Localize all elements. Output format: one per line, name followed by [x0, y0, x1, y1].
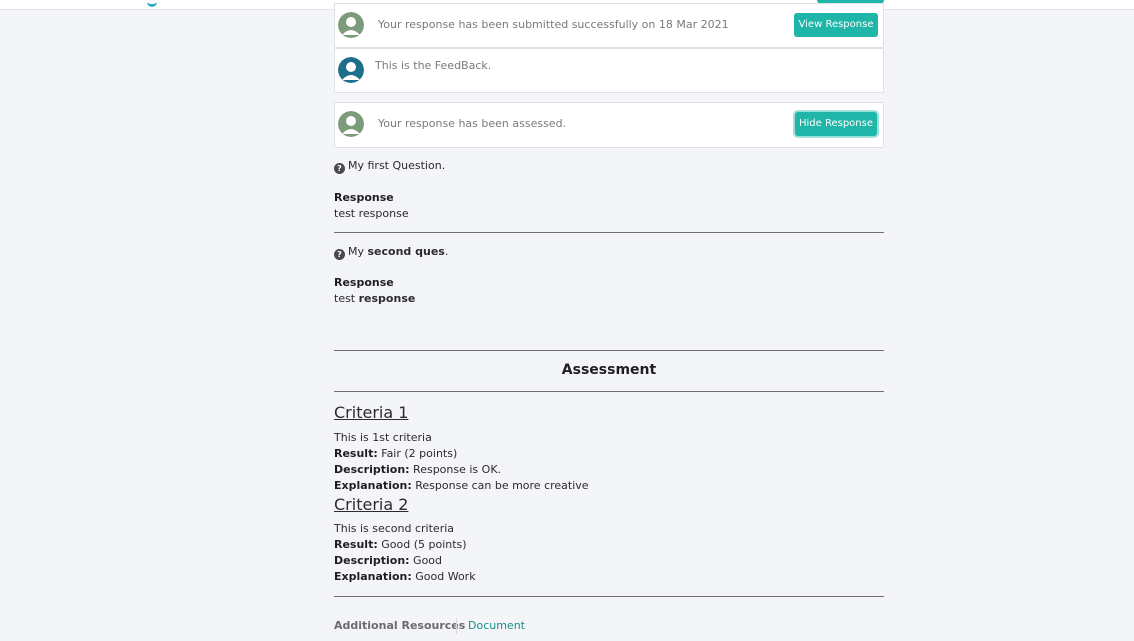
- response-2-prefix: test: [334, 292, 359, 305]
- question-2-suffix: .: [444, 245, 449, 258]
- response-2-text: test response: [334, 292, 415, 305]
- divider: [334, 350, 884, 351]
- question-1: ? My first Question.: [334, 159, 445, 174]
- question-2: ? My second ques.: [334, 245, 448, 260]
- submission-message: Your response has been submitted success…: [378, 18, 729, 31]
- explanation-value: Good Work: [415, 570, 476, 583]
- assessment-title: Assessment: [561, 362, 657, 378]
- criteria-1-desc: This is 1st criteria: [334, 431, 432, 444]
- submission-status-card: Your response has been submitted success…: [334, 3, 884, 48]
- criteria-2-title: Criteria 2: [334, 495, 409, 514]
- user-avatar-icon: [338, 111, 364, 137]
- description-value: Good: [413, 554, 443, 567]
- criteria-1-result: Result: Fair (2 points): [334, 447, 457, 460]
- question-icon: ?: [334, 249, 345, 260]
- criteria-2-result: Result: Good (5 points): [334, 538, 467, 551]
- feedback-message: This is the FeedBack.: [375, 59, 492, 72]
- divider: [334, 391, 884, 392]
- response-2-bold: response: [358, 292, 416, 305]
- description-label: Description:: [334, 463, 410, 476]
- feedback-card: This is the FeedBack.: [334, 48, 884, 93]
- question-1-text: My first Question.: [348, 159, 446, 172]
- response-1-label: Response: [334, 191, 394, 204]
- assessed-message: Your response has been assessed.: [378, 117, 567, 130]
- explanation-label: Explanation:: [334, 570, 412, 583]
- criteria-2-description: Description: Good: [334, 554, 442, 567]
- assessed-status-card: Your response has been assessed. Hide Re…: [334, 102, 884, 148]
- question-2-prefix: My: [348, 245, 368, 258]
- description-value: Response is OK.: [413, 463, 502, 476]
- document-link[interactable]: Document: [468, 619, 525, 632]
- result-value: Good (5 points): [381, 538, 467, 551]
- response-1-text: test response: [334, 207, 409, 220]
- user-avatar-icon: [338, 57, 364, 83]
- result-label: Result:: [334, 447, 378, 460]
- divider: [334, 596, 884, 597]
- explanation-label: Explanation:: [334, 479, 412, 492]
- criteria-1-explanation: Explanation: Response can be more creati…: [334, 479, 589, 492]
- separator: [456, 618, 457, 634]
- question-2-bold: second ques: [367, 245, 445, 258]
- result-label: Result:: [334, 538, 378, 551]
- hide-response-button[interactable]: Hide Response: [795, 112, 877, 136]
- additional-resources-label: Additional Resources: [334, 619, 466, 632]
- criteria-1-title: Criteria 1: [334, 403, 409, 422]
- explanation-value: Response can be more creative: [415, 479, 589, 492]
- user-avatar-icon: [338, 12, 364, 38]
- app-logo[interactable]: [147, 0, 157, 7]
- criteria-1-description: Description: Response is OK.: [334, 463, 501, 476]
- view-response-button[interactable]: View Response: [794, 13, 878, 37]
- result-value: Fair (2 points): [381, 447, 458, 460]
- divider: [334, 232, 884, 233]
- question-icon: ?: [334, 163, 345, 174]
- criteria-2-desc: This is second criteria: [334, 522, 455, 535]
- response-2-label: Response: [334, 276, 394, 289]
- criteria-2-explanation: Explanation: Good Work: [334, 570, 476, 583]
- description-label: Description:: [334, 554, 410, 567]
